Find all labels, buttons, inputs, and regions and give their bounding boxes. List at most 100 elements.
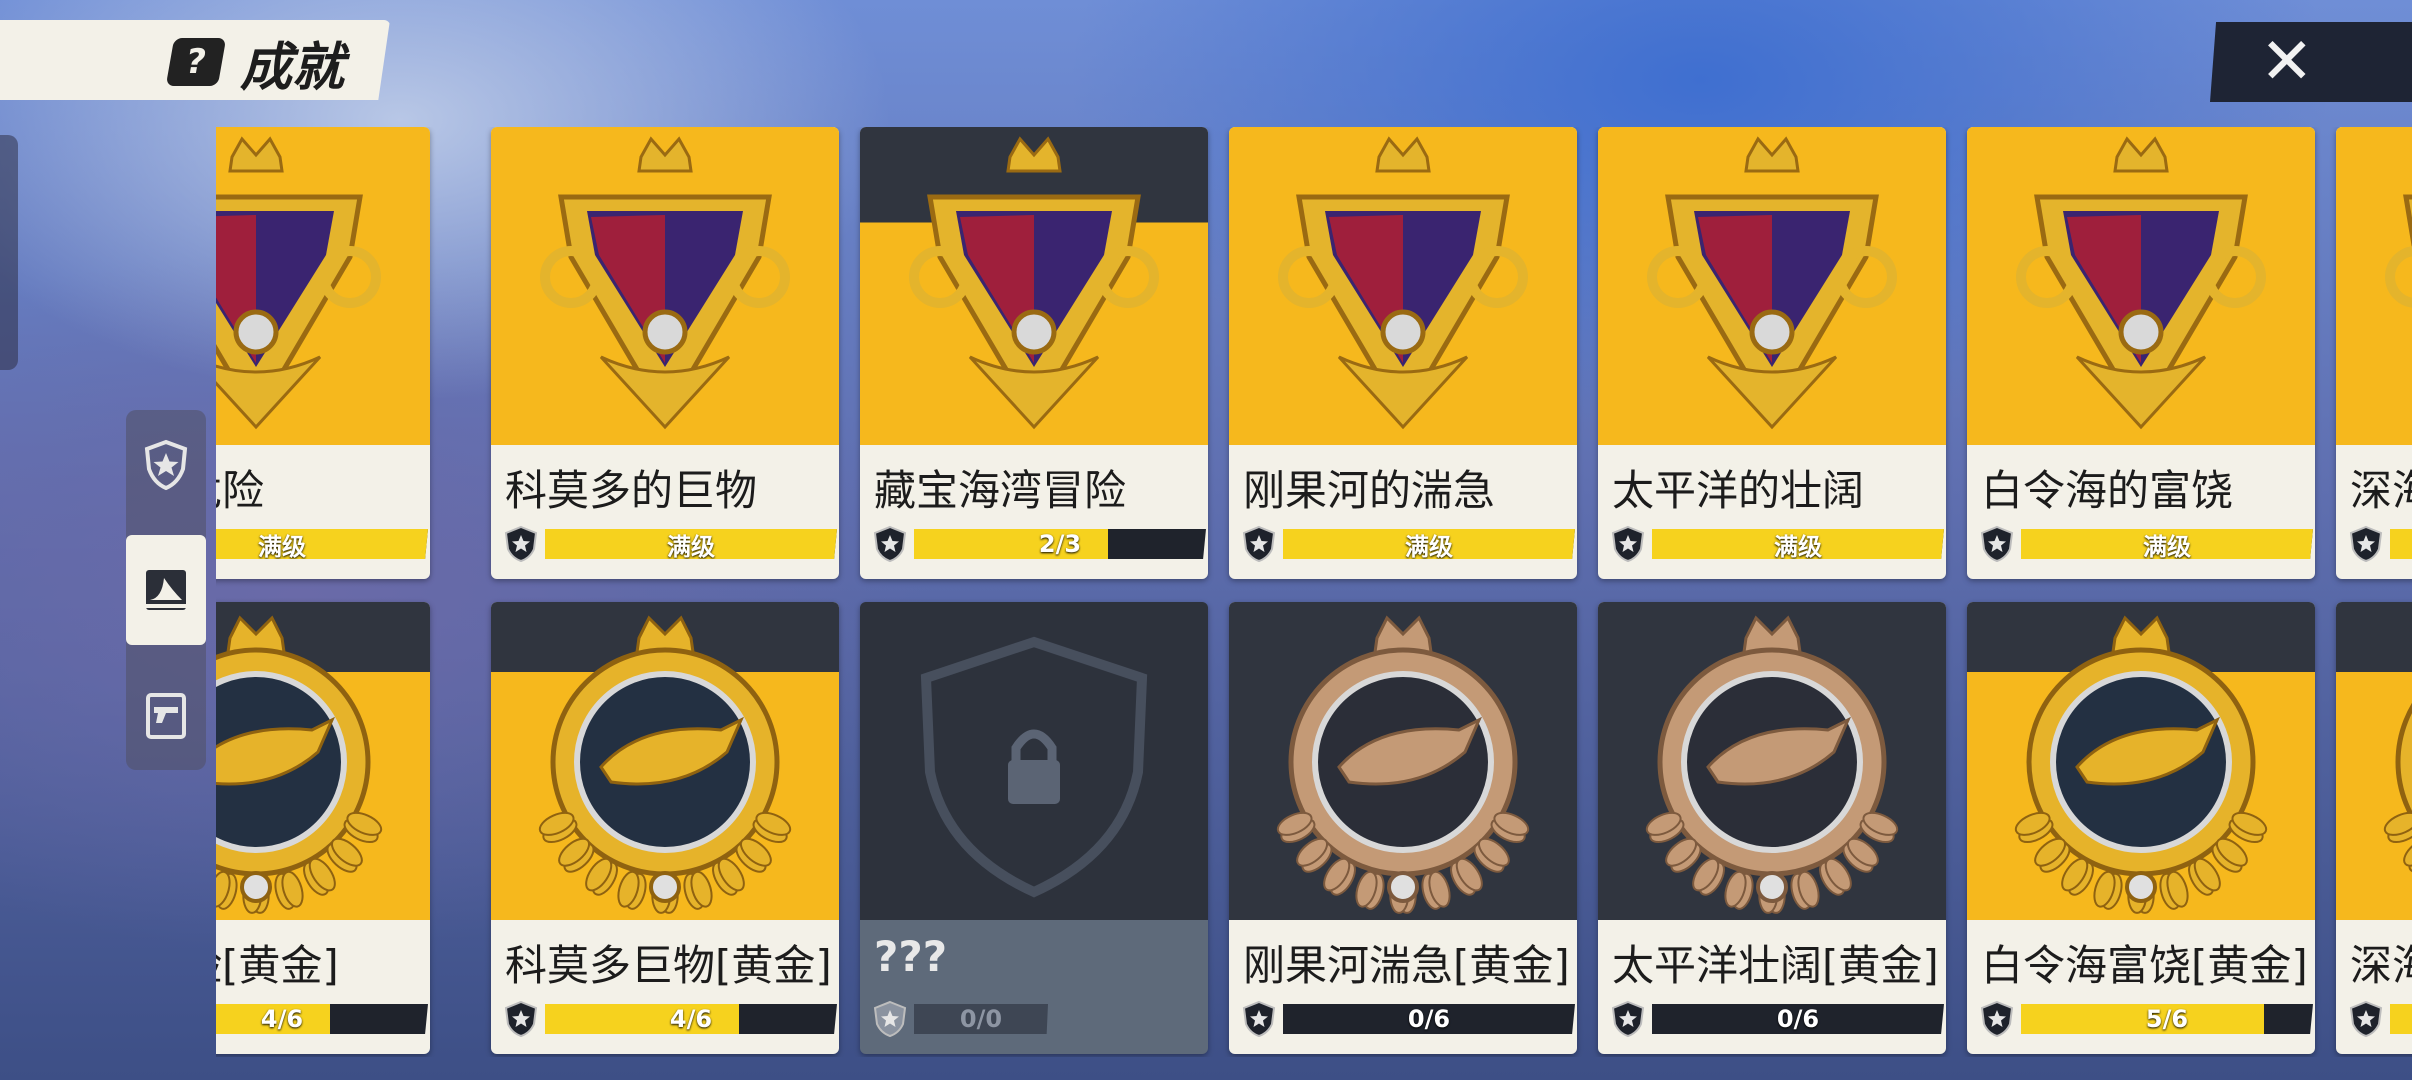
achievement-name: 刚果河的湍急 bbox=[1243, 466, 1496, 515]
achievement-progress: 满级 bbox=[1610, 525, 1944, 563]
star-shield-icon bbox=[144, 439, 188, 491]
achievement-card[interactable]: 太平洋的壮阔 满级 bbox=[1598, 127, 1946, 579]
help-icon[interactable]: ? bbox=[165, 38, 227, 86]
star-badge-icon bbox=[1242, 1000, 1276, 1038]
progress-bar: 5/6 bbox=[2021, 1004, 2313, 1034]
page-header: ? 成就 bbox=[165, 32, 344, 98]
achievement-progress: 2/3 bbox=[872, 525, 1206, 563]
achievement-card[interactable]: 太平洋壮阔[黄金] 0/6 bbox=[1598, 602, 1946, 1054]
progress-bar: 0/6 bbox=[1283, 1004, 1575, 1034]
achievement-progress: 0/6 bbox=[1610, 1000, 1944, 1038]
progress-text: 满级 bbox=[258, 532, 306, 560]
medal-icon bbox=[1647, 136, 1897, 430]
medal-icon bbox=[909, 136, 1159, 430]
star-badge-icon bbox=[873, 525, 907, 563]
achievement-image bbox=[216, 602, 430, 920]
progress-bar: 满级 bbox=[2021, 529, 2313, 559]
achievement-image bbox=[1229, 127, 1577, 445]
progress-bar: 0/0 bbox=[914, 1004, 1048, 1034]
achievement-image bbox=[1967, 602, 2315, 920]
medal-icon bbox=[540, 136, 790, 430]
achievement-card[interactable]: 逊的危险 满级 bbox=[216, 127, 430, 579]
star-badge-icon bbox=[1242, 525, 1276, 563]
medal-icon bbox=[2385, 194, 2412, 308]
achievement-card[interactable]: ??? 0/0 bbox=[860, 602, 1208, 1054]
page-title: 成就 bbox=[240, 37, 345, 98]
achievement-name: 太平洋的壮阔 bbox=[1612, 466, 1865, 515]
progress-bar: 满级 bbox=[2390, 529, 2412, 559]
progress-bar: 满级 bbox=[1283, 529, 1575, 559]
achievement-name: 逊危险[黄金] bbox=[216, 941, 339, 990]
progress-bar: 2/3 bbox=[914, 529, 1206, 559]
star-badge-icon bbox=[1611, 525, 1645, 563]
progress-text: 5/6 bbox=[2145, 1005, 2189, 1033]
achievement-progress: 满级 bbox=[1979, 525, 2313, 563]
achievement-name: ??? bbox=[874, 932, 948, 981]
achievement-image bbox=[860, 602, 1208, 920]
progress-bar: 4/6 bbox=[545, 1004, 837, 1034]
close-button[interactable]: ✕ bbox=[2210, 22, 2412, 102]
achievement-card[interactable]: 深海 满级 bbox=[2336, 127, 2412, 579]
medal-icon bbox=[216, 136, 381, 430]
achievement-card[interactable]: 白令海的富饶 满级 bbox=[1967, 127, 2315, 579]
achievement-card[interactable]: 藏宝海湾冒险 2/3 bbox=[860, 127, 1208, 579]
progress-text: 2/3 bbox=[1038, 530, 1082, 558]
close-icon[interactable]: ✕ bbox=[2260, 25, 2314, 99]
achievement-progress: 0/0 bbox=[872, 1000, 1048, 1038]
achievement-grid: 逊的危险 满级 科莫多的巨物 bbox=[216, 127, 2412, 1057]
progress-text: 满级 bbox=[1405, 532, 1453, 560]
progress-bar bbox=[2390, 1004, 2412, 1034]
progress-text: 0/6 bbox=[1776, 1005, 1820, 1033]
achievement-card[interactable]: 刚果河湍急[黄金] 0/6 bbox=[1229, 602, 1577, 1054]
medal-icon bbox=[538, 615, 792, 914]
star-badge-icon bbox=[504, 525, 538, 563]
achievement-image bbox=[2336, 602, 2412, 920]
progress-text: 满级 bbox=[2390, 529, 2412, 559]
achievement-image bbox=[216, 127, 430, 445]
achievement-name: 科莫多的巨物 bbox=[505, 466, 758, 515]
star-badge-icon bbox=[1611, 1000, 1645, 1038]
achievement-progress bbox=[2348, 1000, 2412, 1038]
achievement-card[interactable]: 白令海富饶[黄金] 5/6 bbox=[1967, 602, 2315, 1054]
side-edge-panel bbox=[0, 135, 18, 370]
achievement-name: 白令海的富饶 bbox=[1981, 466, 2234, 515]
achievement-card[interactable]: 科莫多巨物[黄金] 4/6 bbox=[491, 602, 839, 1054]
achievement-image bbox=[1967, 127, 2315, 445]
achievement-card[interactable]: 科莫多的巨物 满级 bbox=[491, 127, 839, 579]
achievement-name: 白令海富饶[黄金] bbox=[1981, 941, 2308, 990]
medal-icon bbox=[2016, 136, 2266, 430]
achievement-card[interactable]: 逊危险[黄金] 4/6 bbox=[216, 602, 430, 1054]
tab-notes[interactable] bbox=[126, 660, 206, 770]
lock-shield-icon bbox=[920, 636, 1148, 898]
progress-text: 0/6 bbox=[1407, 1005, 1451, 1033]
medal-icon bbox=[2383, 702, 2412, 873]
tab-fish-book[interactable] bbox=[126, 535, 206, 645]
achievement-card[interactable]: 刚果河的湍急 满级 bbox=[1229, 127, 1577, 579]
progress-text: 4/6 bbox=[260, 1005, 304, 1033]
achievement-name: 深海 bbox=[2350, 941, 2412, 990]
achievement-progress: 4/6 bbox=[503, 1000, 837, 1038]
achievement-name: 逊的危险 bbox=[216, 466, 265, 515]
achievement-image bbox=[1598, 602, 1946, 920]
progress-bar: 满级 bbox=[1652, 529, 1944, 559]
progress-text: 0/0 bbox=[959, 1005, 1003, 1033]
achievement-progress: 4/6 bbox=[216, 1000, 428, 1038]
progress-text bbox=[2390, 1004, 2412, 1034]
medal-icon bbox=[1278, 136, 1528, 430]
progress-text: 4/6 bbox=[669, 1005, 713, 1033]
achievement-progress: 5/6 bbox=[1979, 1000, 2313, 1038]
achievement-name: 太平洋壮阔[黄金] bbox=[1612, 941, 1939, 990]
achievement-card[interactable]: 深海 bbox=[2336, 602, 2412, 1054]
progress-text: 满级 bbox=[1774, 532, 1822, 560]
medal-icon bbox=[1276, 615, 1530, 914]
achievement-image bbox=[491, 602, 839, 920]
achievement-image bbox=[1229, 602, 1577, 920]
achievement-progress: 0/6 bbox=[1241, 1000, 1575, 1038]
tab-star-shield[interactable] bbox=[126, 410, 206, 520]
progress-bar: 满级 bbox=[545, 529, 837, 559]
achievement-name: 科莫多巨物[黄金] bbox=[505, 941, 832, 990]
star-badge-icon bbox=[504, 1000, 538, 1038]
achievement-progress: 满级 bbox=[216, 525, 428, 563]
achievement-progress: 满级 bbox=[503, 525, 837, 563]
shark-fin-book-icon bbox=[146, 570, 186, 610]
